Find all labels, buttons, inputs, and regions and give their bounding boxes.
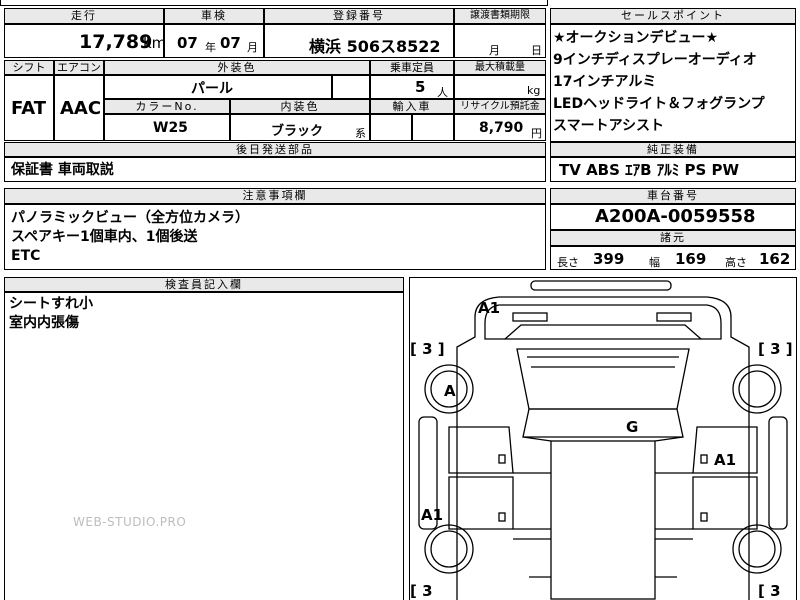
mileage-value: 17,789 xyxy=(79,31,153,53)
capacity-header: 乗車定員 xyxy=(370,60,454,75)
recycle-cell: 8,790 円 xyxy=(454,114,546,141)
aircon-value: AAC xyxy=(60,98,102,119)
sales-points-cell: ★オークションデビュー★ 9インチディスプレーオーディオ 17インチアルミ LE… xyxy=(550,24,796,142)
max-load-header: 最大積載量 xyxy=(454,60,546,75)
transfer-cell: 月 日 xyxy=(454,24,546,58)
sales-point-1: ★オークションデビュー★ xyxy=(553,30,719,46)
max-load-cell: kg xyxy=(454,75,546,99)
inspection-year-unit: 年 xyxy=(205,41,216,54)
transfer-day: 日 xyxy=(531,44,542,57)
mileage-unit: km xyxy=(143,34,167,52)
recycle-header: リサイクル預託金 xyxy=(454,99,546,114)
specs-cell: 長さ 399 幅 169 高さ 162 xyxy=(550,246,796,270)
inspector-header: 検査員記入欄 xyxy=(4,277,404,292)
color-no-header: カラーNo. xyxy=(104,99,230,114)
notes-line-1: パノラミックビュー（全方位カメラ） xyxy=(11,210,249,226)
later-parts-cell: 保証書 車両取説 xyxy=(4,157,546,182)
width-label: 幅 xyxy=(649,256,660,269)
transfer-header: 譲渡書類期限 xyxy=(454,8,546,24)
recycle-value: 8,790 xyxy=(479,120,524,136)
transfer-month: 月 xyxy=(489,44,500,57)
interior-color-suffix: 系 xyxy=(355,127,366,140)
genuine-header: 純正装備 xyxy=(550,142,796,157)
import-cell-2 xyxy=(412,114,454,141)
genuine-cell: TV ABS ｴｱB ｱﾙﾐ PS PW xyxy=(550,157,796,182)
width-value: 169 xyxy=(675,250,707,268)
chassis-value: A200A-0059558 xyxy=(595,206,756,227)
max-load-unit: kg xyxy=(527,84,541,97)
sales-point-4: LEDヘッドライト＆フォグランプ xyxy=(553,96,765,112)
registration-cell: 横浜 506ス8522 xyxy=(264,24,454,58)
inspector-cell: シートすれ小 室内内張傷 WEB-STUDIO.PRO xyxy=(4,292,404,600)
car-diagram xyxy=(418,280,788,600)
inspection-month: 07 xyxy=(220,34,241,52)
watermark: WEB-STUDIO.PRO xyxy=(73,515,187,529)
exterior-color-header: 外装色 xyxy=(104,60,370,75)
registration-header: 登録番号 xyxy=(264,8,454,24)
height-value: 162 xyxy=(759,250,791,268)
damage-wheel-front-left: A xyxy=(444,382,456,400)
sales-point-2: 9インチディスプレーオーディオ xyxy=(553,52,757,68)
interior-color-cell: ブラック 系 xyxy=(230,114,370,141)
damage-left-side: A1 xyxy=(421,506,444,524)
shift-value: FAT xyxy=(11,98,47,119)
length-value: 399 xyxy=(593,250,625,268)
exterior-color-cell: パール xyxy=(104,75,332,99)
later-parts-value: 保証書 車両取説 xyxy=(11,162,114,178)
exterior-color-value: パール xyxy=(191,81,233,97)
exterior-color-extra xyxy=(332,75,370,99)
interior-color-value: ブラック xyxy=(271,124,324,139)
notes-header: 注意事項欄 xyxy=(4,188,546,204)
chassis-cell: A200A-0059558 xyxy=(550,204,796,230)
aircon-cell: AAC xyxy=(54,75,104,141)
sales-point-5: スマートアシスト xyxy=(553,118,665,134)
tire-front-right: [ 3 ] xyxy=(758,340,793,358)
sales-points-header: セールスポイント xyxy=(550,8,796,24)
tire-front-left: [ 3 ] xyxy=(410,340,445,358)
import-cell-1 xyxy=(370,114,412,141)
genuine-value: TV ABS ｴｱB ｱﾙﾐ PS PW xyxy=(559,161,740,179)
length-label: 長さ xyxy=(557,256,579,269)
notes-cell: パノラミックビュー（全方位カメラ） スペアキー1個車内、1個後送 ETC xyxy=(4,204,546,270)
inspector-line-2: 室内内張傷 xyxy=(9,315,79,331)
registration-value: 横浜 506ス8522 xyxy=(309,37,441,56)
inspector-line-1: シートすれ小 xyxy=(9,296,93,312)
interior-color-header: 内装色 xyxy=(230,99,370,114)
shift-cell: FAT xyxy=(4,75,54,141)
damage-right-side: A1 xyxy=(714,451,737,469)
notes-line-3: ETC xyxy=(11,248,41,264)
color-no-value: W25 xyxy=(153,120,188,136)
inspection-year: 07 xyxy=(177,34,198,52)
recycle-unit: 円 xyxy=(531,127,542,140)
top-cutoff-strip xyxy=(0,0,548,6)
damage-front-top: A1 xyxy=(478,299,501,317)
inspection-cell: 07 年 07 月 xyxy=(164,24,264,58)
specs-header: 諸元 xyxy=(550,230,796,246)
chassis-header: 車台番号 xyxy=(550,188,796,204)
tire-rear-left: [ 3 xyxy=(410,582,433,600)
sales-point-3: 17インチアルミ xyxy=(553,74,657,90)
shift-header: シフト xyxy=(4,60,54,75)
height-label: 高さ xyxy=(725,256,747,269)
capacity-cell: 5 人 xyxy=(370,75,454,99)
capacity-value: 5 xyxy=(415,78,426,96)
import-header: 輸入車 xyxy=(370,99,454,114)
inspection-header: 車検 xyxy=(164,8,264,24)
aircon-header: エアコン xyxy=(54,60,104,75)
tire-rear-right: [ 3 xyxy=(758,582,781,600)
color-no-cell: W25 xyxy=(104,114,230,141)
later-parts-header: 後日発送部品 xyxy=(4,142,546,157)
inspection-month-unit: 月 xyxy=(247,41,258,54)
capacity-unit: 人 xyxy=(437,86,448,99)
notes-line-2: スペアキー1個車内、1個後送 xyxy=(11,229,198,245)
mileage-header: 走行 xyxy=(4,8,164,24)
mileage-cell: 17,789 km xyxy=(4,24,167,58)
damage-roof: G xyxy=(626,418,639,436)
